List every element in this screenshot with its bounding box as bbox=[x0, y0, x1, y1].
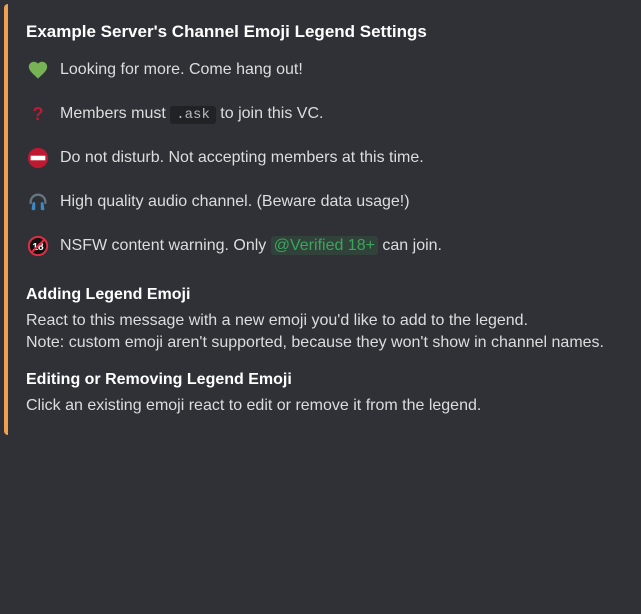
legend-row: Looking for more. Come hang out! bbox=[26, 58, 613, 82]
eighteen-plus-icon: 18 bbox=[26, 234, 50, 258]
legend-text: Looking for more. Come hang out! bbox=[60, 61, 303, 79]
legend-text: Do not disturb. Not accepting members at… bbox=[60, 149, 424, 167]
question-mark-icon: ? bbox=[26, 102, 50, 126]
green-heart-icon bbox=[26, 58, 50, 82]
section-body-adding: React to this message with a new emoji y… bbox=[26, 310, 613, 355]
section-body-editing: Click an existing emoji react to edit or… bbox=[26, 395, 613, 417]
legend-text-pre: Members must bbox=[60, 105, 170, 122]
embed-container: Example Server's Channel Emoji Legend Se… bbox=[4, 4, 637, 435]
legend-row: High quality audio channel. (Beware data… bbox=[26, 190, 613, 214]
legend-row: Do not disturb. Not accepting members at… bbox=[26, 146, 613, 170]
legend-text-post: to join this VC. bbox=[216, 105, 324, 122]
no-entry-icon bbox=[26, 146, 50, 170]
role-mention[interactable]: @Verified 18+ bbox=[271, 236, 378, 255]
legend-text: High quality audio channel. (Beware data… bbox=[60, 193, 410, 211]
legend-row: 18 NSFW content warning. Only @Verified … bbox=[26, 234, 613, 258]
embed-title: Example Server's Channel Emoji Legend Se… bbox=[26, 22, 613, 42]
svg-text:?: ? bbox=[33, 104, 44, 124]
legend-row: ? Members must .ask to join this VC. bbox=[26, 102, 613, 126]
legend-text-post: can join. bbox=[378, 237, 442, 254]
legend-text-pre: NSFW content warning. Only bbox=[60, 237, 271, 254]
legend-text: Members must .ask to join this VC. bbox=[60, 105, 323, 123]
legend-text: NSFW content warning. Only @Verified 18+… bbox=[60, 237, 442, 255]
svg-text:18: 18 bbox=[32, 242, 44, 253]
headphones-icon bbox=[26, 190, 50, 214]
section-heading-editing: Editing or Removing Legend Emoji bbox=[26, 371, 613, 389]
code-inline: .ask bbox=[170, 106, 216, 124]
section-heading-adding: Adding Legend Emoji bbox=[26, 286, 613, 304]
